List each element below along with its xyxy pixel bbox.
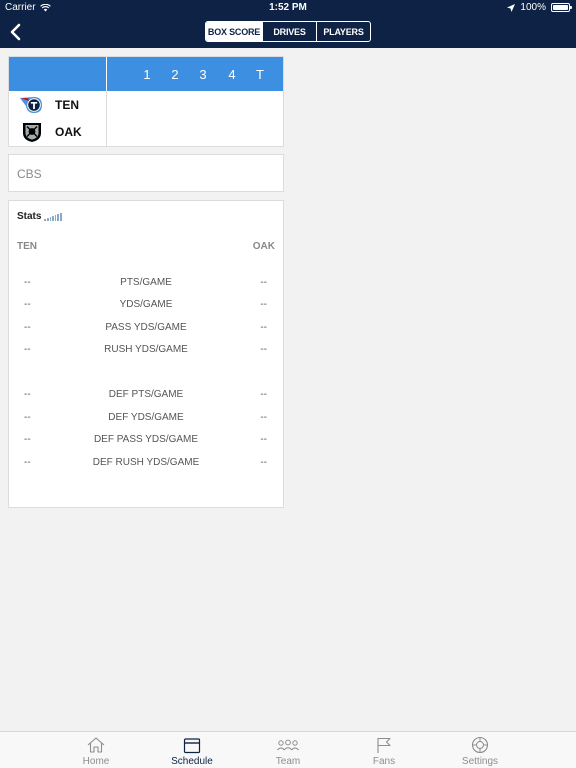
quarter-1-label: 1 bbox=[143, 67, 151, 82]
tab-label: Team bbox=[275, 756, 301, 767]
stat-row: -- RUSH YDS/GAME -- bbox=[9, 344, 283, 358]
home-icon bbox=[56, 735, 136, 755]
quarter-header: 1 2 3 4 T bbox=[107, 57, 283, 91]
away-value: -- bbox=[260, 434, 267, 445]
tab-settings[interactable]: Settings bbox=[440, 735, 520, 768]
away-value: -- bbox=[260, 299, 267, 310]
tab-team[interactable]: Team bbox=[248, 735, 328, 768]
view-segmented-control: BOX SCORE DRIVES PLAYERS bbox=[205, 21, 371, 42]
signal-bars-icon bbox=[44, 213, 62, 221]
tab-label: Settings bbox=[461, 756, 499, 767]
battery-icon bbox=[551, 3, 572, 12]
stat-label: DEF YDS/GAME bbox=[108, 412, 184, 423]
away-value: -- bbox=[260, 277, 267, 288]
calendar-icon bbox=[152, 735, 232, 755]
team-icon bbox=[248, 735, 328, 755]
stat-row: -- PASS YDS/GAME -- bbox=[9, 322, 283, 336]
tab-label: Schedule bbox=[171, 756, 213, 767]
quarter-4-label: 4 bbox=[228, 67, 236, 82]
quarter-2-label: 2 bbox=[171, 67, 179, 82]
network-label: CBS bbox=[17, 167, 42, 181]
away-team-label: OAK bbox=[252, 241, 275, 252]
stat-row: -- YDS/GAME -- bbox=[9, 299, 283, 313]
tab-drives[interactable]: DRIVES bbox=[262, 22, 316, 41]
chevron-left-icon bbox=[10, 23, 21, 41]
tab-bar: Home Schedule Team Fans Settings bbox=[0, 731, 576, 768]
stat-label: DEF PTS/GAME bbox=[108, 389, 184, 400]
stat-row: -- DEF RUSH YDS/GAME -- bbox=[9, 457, 283, 471]
stats-card: Stats TEN OAK -- PTS/GAME -- -- YDS/GAME… bbox=[8, 200, 284, 508]
flag-icon bbox=[344, 735, 424, 755]
team-abbr: TEN bbox=[55, 98, 79, 112]
tab-schedule[interactable]: Schedule bbox=[152, 735, 232, 768]
tab-box-score[interactable]: BOX SCORE bbox=[206, 22, 262, 41]
settings-icon bbox=[440, 735, 520, 755]
back-button[interactable] bbox=[6, 20, 28, 44]
stat-label: RUSH YDS/GAME bbox=[104, 344, 188, 355]
stat-label: DEF RUSH YDS/GAME bbox=[92, 457, 200, 468]
battery-percent: 100% bbox=[520, 2, 546, 13]
quarter-3-label: 3 bbox=[199, 67, 207, 82]
raiders-logo-icon bbox=[19, 121, 45, 143]
total-label: T bbox=[256, 67, 264, 82]
tab-label: Fans bbox=[372, 756, 396, 767]
clock: 1:52 PM bbox=[269, 2, 307, 13]
status-bar: Carrier 1:52 PM 100% bbox=[0, 0, 576, 16]
team-abbr: OAK bbox=[55, 125, 82, 139]
away-value: -- bbox=[260, 322, 267, 333]
home-team-label: TEN bbox=[17, 241, 37, 252]
away-value: -- bbox=[260, 412, 267, 423]
stat-row: -- PTS/GAME -- bbox=[9, 277, 283, 291]
away-value: -- bbox=[260, 344, 267, 355]
stat-row: -- DEF YDS/GAME -- bbox=[9, 412, 283, 426]
stat-label: PASS YDS/GAME bbox=[105, 322, 187, 333]
tab-fans[interactable]: Fans bbox=[344, 735, 424, 768]
top-bar: Carrier 1:52 PM 100% BOX SCORE DRIVES PL… bbox=[0, 0, 576, 48]
broadcast-card: CBS bbox=[8, 154, 284, 192]
tab-players[interactable]: PLAYERS bbox=[316, 22, 370, 41]
away-value: -- bbox=[260, 389, 267, 400]
stat-row: -- DEF PTS/GAME -- bbox=[9, 389, 283, 403]
stats-title: Stats bbox=[17, 211, 62, 222]
stat-label: DEF PASS YDS/GAME bbox=[93, 434, 199, 445]
titans-logo-icon bbox=[19, 94, 45, 116]
away-value: -- bbox=[260, 457, 267, 468]
stat-row: -- DEF PASS YDS/GAME -- bbox=[9, 434, 283, 448]
stat-label: YDS/GAME bbox=[119, 299, 173, 310]
stat-label: PTS/GAME bbox=[120, 277, 172, 288]
score-header: 1 2 3 4 T bbox=[9, 57, 283, 91]
location-arrow-icon bbox=[507, 3, 516, 12]
team-row-oak: OAK bbox=[19, 121, 82, 143]
team-row-ten: TEN bbox=[19, 94, 79, 116]
tab-label: Home bbox=[82, 756, 110, 767]
box-score-card: 1 2 3 4 T TEN OAK bbox=[8, 56, 284, 147]
tab-home[interactable]: Home bbox=[56, 735, 136, 768]
